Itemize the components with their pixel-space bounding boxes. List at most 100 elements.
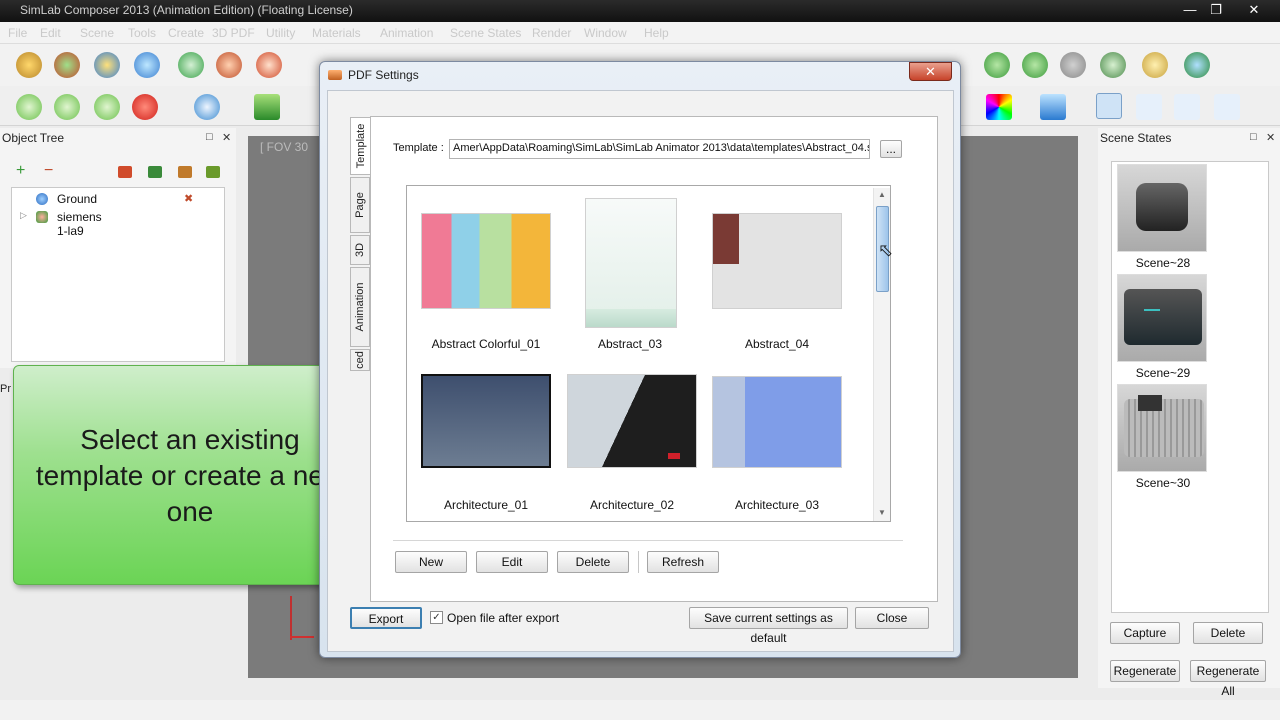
- scene-item[interactable]: Scene~29: [1117, 274, 1209, 380]
- regenerate-all-button[interactable]: Regenerate All: [1190, 660, 1266, 698]
- color-palette-icon[interactable]: [986, 94, 1012, 120]
- record-icon[interactable]: [132, 94, 158, 120]
- visibility-icon[interactable]: ✖: [184, 192, 193, 205]
- remove-icon[interactable]: −: [44, 162, 53, 180]
- callout-text: Select an existing template or create a …: [35, 424, 345, 527]
- close-window-icon[interactable]: ✕: [1240, 1, 1268, 19]
- menu-file[interactable]: File: [8, 26, 27, 40]
- cube-green-icon[interactable]: [254, 94, 280, 120]
- template-name: Architecture_03: [734, 498, 820, 512]
- menu-scene[interactable]: Scene: [80, 26, 114, 40]
- template-name: Abstract_03: [597, 337, 663, 351]
- group-icon[interactable]: [118, 166, 132, 178]
- new-template-button[interactable]: New: [395, 551, 467, 573]
- menu-help[interactable]: Help: [644, 26, 669, 40]
- tab-3d[interactable]: 3D: [350, 235, 370, 265]
- thumb-accent: [668, 453, 680, 459]
- thumb-footer: [586, 309, 676, 327]
- tab-page[interactable]: Page: [350, 177, 370, 233]
- expand-icon[interactable]: ▷: [20, 210, 27, 221]
- forward-icon[interactable]: [94, 94, 120, 120]
- tab-template[interactable]: Template: [350, 117, 370, 175]
- motor-highlight: [1144, 309, 1160, 311]
- menu-edit[interactable]: Edit: [40, 26, 61, 40]
- menu-3dpdf[interactable]: 3D PDF: [212, 26, 255, 40]
- scroll-up-icon[interactable]: ▲: [878, 190, 886, 199]
- tab-animation[interactable]: Animation: [350, 267, 370, 347]
- menu-scene-states[interactable]: Scene States: [450, 26, 521, 40]
- template-path-input[interactable]: Amer\AppData\Roaming\SimLab\SimLab Anima…: [449, 139, 870, 159]
- pick-tool-icon[interactable]: [216, 52, 242, 78]
- menu-window[interactable]: Window: [584, 26, 627, 40]
- fov-label: [ FOV 30: [260, 140, 309, 154]
- scene-item[interactable]: Scene~30: [1117, 384, 1209, 490]
- zoom-extents-icon[interactable]: [1214, 94, 1240, 120]
- menu-animation[interactable]: Animation: [380, 26, 433, 40]
- hide-icon[interactable]: [178, 166, 192, 178]
- rewind-icon[interactable]: [16, 94, 42, 120]
- show-icon[interactable]: [206, 166, 220, 178]
- import-tool-icon[interactable]: [1022, 52, 1048, 78]
- motor-box: [1138, 395, 1162, 411]
- menu-bar: File Edit Scene Tools Create 3D PDF Util…: [0, 22, 1280, 44]
- browse-button[interactable]: ...: [880, 140, 902, 158]
- open-after-export-checkbox[interactable]: ✓: [430, 611, 443, 624]
- edit-template-button[interactable]: Edit: [476, 551, 548, 573]
- app-icon: [328, 70, 342, 80]
- zoom-icon[interactable]: [1096, 93, 1122, 119]
- regenerate-button[interactable]: Regenerate: [1110, 660, 1180, 682]
- export-tool-icon[interactable]: [984, 52, 1010, 78]
- scene-label: Scene~29: [1135, 366, 1191, 380]
- panel-close-icon[interactable]: ✕: [222, 131, 231, 144]
- dialog-close-icon[interactable]: ✕: [909, 62, 952, 81]
- refresh-templates-button[interactable]: Refresh: [647, 551, 719, 573]
- button-separator: [638, 551, 639, 573]
- material-tool-icon[interactable]: [1142, 52, 1168, 78]
- scene-label: Scene~30: [1135, 476, 1191, 490]
- scene-item[interactable]: Scene~28: [1117, 164, 1209, 270]
- snap-tool-icon[interactable]: [256, 52, 282, 78]
- zoom-window-icon[interactable]: [1174, 94, 1200, 120]
- play-icon[interactable]: [54, 94, 80, 120]
- panel-float-icon[interactable]: □: [1250, 131, 1257, 143]
- minimize-icon[interactable]: —: [1176, 1, 1204, 19]
- menu-render[interactable]: Render: [532, 26, 571, 40]
- rotate-tool-icon[interactable]: [134, 52, 160, 78]
- light-tool-icon[interactable]: [1100, 52, 1126, 78]
- tab-advanced[interactable]: ced: [350, 349, 370, 371]
- window-title: SimLab Composer 2013 (Animation Edition)…: [20, 3, 353, 17]
- panel-float-icon[interactable]: □: [206, 131, 213, 143]
- capture-button[interactable]: Capture: [1110, 622, 1180, 644]
- select-arrow-icon[interactable]: [1136, 94, 1162, 120]
- motor-image: [1136, 183, 1188, 231]
- delete-template-button[interactable]: Delete: [557, 551, 629, 573]
- menu-utility[interactable]: Utility: [266, 26, 295, 40]
- scale-tool-icon[interactable]: [178, 52, 204, 78]
- gallery-scrollbar[interactable]: ▲ ▼: [873, 188, 890, 521]
- globe-tool-icon[interactable]: [1184, 52, 1210, 78]
- template-thumbnail: [585, 198, 677, 328]
- scroll-down-icon[interactable]: ▼: [878, 508, 886, 517]
- search-tool-icon[interactable]: [16, 52, 42, 78]
- object-tree-title: Object Tree: [2, 131, 65, 145]
- motor-image: [1124, 399, 1204, 457]
- move-tool-icon[interactable]: [94, 52, 120, 78]
- camera-tool-icon[interactable]: [1060, 52, 1086, 78]
- delete-scene-button[interactable]: Delete: [1193, 622, 1263, 644]
- maximize-icon[interactable]: ❐: [1202, 1, 1230, 19]
- mouse-cursor-icon: ⬁: [878, 240, 894, 260]
- ungroup-icon[interactable]: [148, 166, 162, 178]
- template-thumbnail: [712, 213, 842, 309]
- menu-materials[interactable]: Materials: [312, 26, 361, 40]
- properties-tab-label[interactable]: Pr: [0, 383, 11, 395]
- cube-blue-icon[interactable]: [1040, 94, 1066, 120]
- save-default-button[interactable]: Save current settings as default: [689, 607, 848, 645]
- panel-close-icon[interactable]: ✕: [1266, 131, 1275, 144]
- orbit-icon[interactable]: [194, 94, 220, 120]
- target-tool-icon[interactable]: [54, 52, 80, 78]
- export-button[interactable]: Export: [350, 607, 422, 629]
- menu-tools[interactable]: Tools: [128, 26, 156, 40]
- menu-create[interactable]: Create: [168, 26, 204, 40]
- close-dialog-button[interactable]: Close: [855, 607, 929, 629]
- add-icon[interactable]: +: [16, 162, 25, 180]
